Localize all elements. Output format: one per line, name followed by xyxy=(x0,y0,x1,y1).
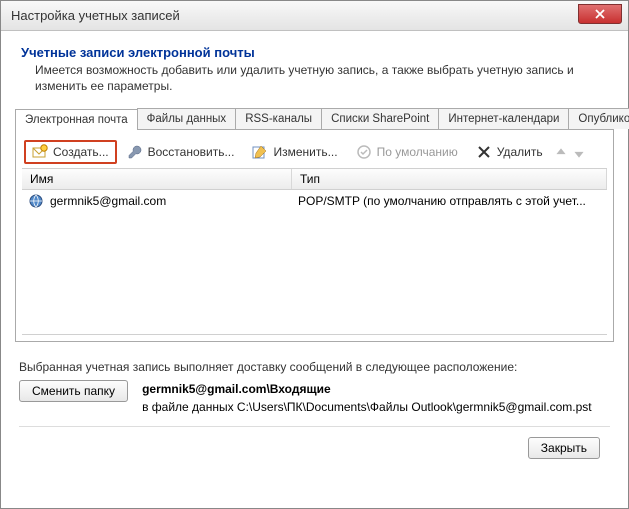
account-name: germnik5@gmail.com xyxy=(50,194,166,208)
delivery-target: germnik5@gmail.com\Входящие xyxy=(142,382,331,396)
set-default-label: По умолчанию xyxy=(377,145,458,159)
new-mail-icon xyxy=(32,144,48,160)
tab-panel: Создать... Восстановить... Изменить... П… xyxy=(15,130,614,342)
repair-label: Восстановить... xyxy=(148,145,235,159)
window-title: Настройка учетных записей xyxy=(11,8,180,23)
page-title: Учетные записи электронной почты xyxy=(21,45,614,60)
column-name[interactable]: Имя xyxy=(22,169,292,189)
delivery-label: Выбранная учетная запись выполняет доста… xyxy=(19,360,610,374)
move-up-icon xyxy=(553,145,569,159)
set-default-button: По умолчанию xyxy=(348,140,466,164)
repair-button[interactable]: Восстановить... xyxy=(119,140,243,164)
tab-sharepoint[interactable]: Списки SharePoint xyxy=(321,108,439,129)
globe-mail-icon xyxy=(28,193,44,209)
tab-published[interactable]: Опубликован xyxy=(568,108,629,129)
account-list[interactable]: germnik5@gmail.com POP/SMTP (по умолчани… xyxy=(22,190,607,335)
delete-icon xyxy=(476,144,492,160)
move-down-icon xyxy=(571,145,587,159)
wrench-icon xyxy=(127,144,143,160)
title-bar: Настройка учетных записей xyxy=(1,1,628,31)
page-subtitle: Имеется возможность добавить или удалить… xyxy=(35,62,614,94)
edit-button[interactable]: Изменить... xyxy=(244,140,345,164)
new-account-button[interactable]: Создать... xyxy=(24,140,117,164)
toolbar: Создать... Восстановить... Изменить... П… xyxy=(22,136,607,168)
account-row[interactable]: germnik5@gmail.com POP/SMTP (по умолчани… xyxy=(22,190,607,212)
list-header: Имя Тип xyxy=(22,168,607,190)
tab-data-files[interactable]: Файлы данных xyxy=(137,108,237,129)
delete-label: Удалить xyxy=(497,145,543,159)
check-circle-icon xyxy=(356,144,372,160)
edit-icon xyxy=(252,144,268,160)
close-button[interactable]: Закрыть xyxy=(528,437,600,459)
new-account-label: Создать... xyxy=(53,145,109,159)
tab-strip: Электронная почта Файлы данных RSS-канал… xyxy=(15,108,614,130)
delivery-row: Сменить папку germnik5@gmail.com\Входящи… xyxy=(19,380,610,416)
close-icon xyxy=(595,9,605,19)
tab-email[interactable]: Электронная почта xyxy=(15,109,138,130)
window-close-button[interactable] xyxy=(578,4,622,24)
column-type[interactable]: Тип xyxy=(292,169,607,189)
tab-rss[interactable]: RSS-каналы xyxy=(235,108,322,129)
edit-label: Изменить... xyxy=(273,145,337,159)
delete-button[interactable]: Удалить xyxy=(468,140,551,164)
account-type: POP/SMTP (по умолчанию отправлять с этой… xyxy=(298,194,601,208)
tab-internet-calendars[interactable]: Интернет-календари xyxy=(438,108,569,129)
delivery-path: в файле данных C:\Users\ПК\Documents\Фай… xyxy=(142,400,592,414)
change-folder-button[interactable]: Сменить папку xyxy=(19,380,128,402)
